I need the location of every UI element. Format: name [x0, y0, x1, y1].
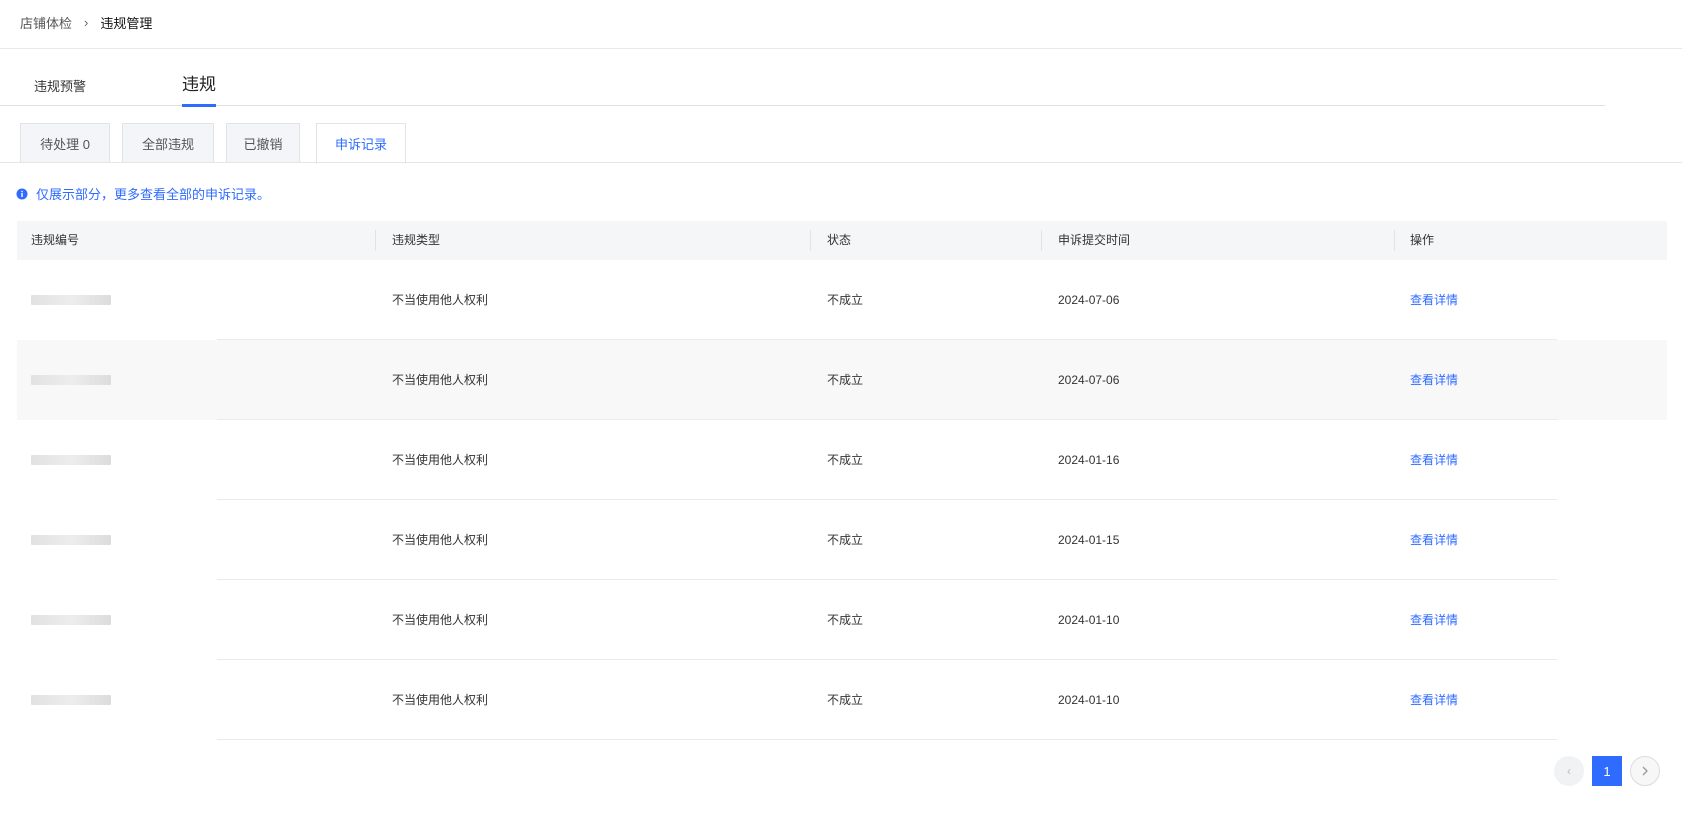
status: 不成立: [827, 293, 864, 307]
table-header: 违规编号 违规类型 状态 申诉提交时间 操作: [17, 221, 1667, 260]
subtab-appeal-records[interactable]: 申诉记录: [316, 123, 406, 164]
appeal-date: 2024-07-06: [1058, 293, 1120, 307]
chevron-right-icon: ›: [84, 14, 89, 30]
column-divider: [375, 230, 376, 251]
breadcrumb-violation-management: 违规管理: [100, 15, 153, 31]
violation-id-redacted: [31, 375, 111, 385]
table-row: 不当使用他人权利 不成立 2024-01-15 查看详情: [17, 500, 1667, 580]
table-row: 不当使用他人权利 不成立 2024-01-10 查看详情: [17, 660, 1667, 740]
appeal-date: 2024-01-15: [1058, 533, 1120, 547]
view-details-link[interactable]: 查看详情: [1410, 451, 1458, 469]
table-row: 不当使用他人权利 不成立 2024-07-06 查看详情: [17, 260, 1667, 340]
subtab-pending[interactable]: 待处理 0: [20, 123, 110, 163]
notice-text[interactable]: 仅展示部分，更多查看全部的申诉记录。: [36, 184, 270, 203]
header-violation-type: 违规类型: [392, 233, 441, 247]
appeal-date: 2024-01-10: [1058, 693, 1120, 707]
notice-bar: 仅展示部分，更多查看全部的申诉记录。: [16, 184, 270, 203]
violation-id-redacted: [31, 535, 111, 545]
table-row: 不当使用他人权利 不成立 2024-07-06 查看详情: [17, 340, 1667, 420]
main-tabs: 违规预警 违规: [0, 70, 1605, 107]
status: 不成立: [827, 373, 864, 387]
violation-id-redacted: [31, 615, 111, 625]
subtab-revoked[interactable]: 已撤销: [226, 123, 300, 163]
status: 不成立: [827, 453, 864, 467]
view-details-link[interactable]: 查看详情: [1410, 691, 1458, 709]
view-details-link[interactable]: 查看详情: [1410, 291, 1458, 309]
header-status: 状态: [827, 233, 852, 247]
tab-violation-warning[interactable]: 违规预警: [34, 76, 86, 112]
header-action: 操作: [1410, 233, 1435, 247]
violation-type: 不当使用他人权利: [392, 533, 489, 547]
violation-id-redacted: [31, 695, 111, 705]
header-violation-id: 违规编号: [31, 233, 80, 247]
appeal-records-table: 违规编号 违规类型 状态 申诉提交时间 操作 不当使用他人权利 不成立 2024…: [17, 221, 1667, 740]
column-divider: [1041, 230, 1042, 251]
chevron-left-icon[interactable]: ‹: [1554, 756, 1584, 786]
pagination: ‹ 1: [1554, 756, 1660, 786]
subtab-all-violations[interactable]: 全部违规: [122, 123, 214, 163]
violation-type: 不当使用他人权利: [392, 453, 489, 467]
view-details-link[interactable]: 查看详情: [1410, 531, 1458, 549]
status: 不成立: [827, 533, 864, 547]
breadcrumb: 店铺体检 › 违规管理: [20, 12, 152, 32]
appeal-date: 2024-01-16: [1058, 453, 1120, 467]
header-appeal-time: 申诉提交时间: [1058, 233, 1131, 247]
tab-violation[interactable]: 违规: [182, 70, 216, 107]
breadcrumb-store-checkup[interactable]: 店铺体检: [20, 13, 72, 32]
status: 不成立: [827, 693, 864, 707]
violation-type: 不当使用他人权利: [392, 613, 489, 627]
status: 不成立: [827, 613, 864, 627]
column-divider: [1394, 230, 1395, 251]
header-divider: [0, 48, 1682, 49]
chevron-right-icon[interactable]: [1630, 756, 1660, 786]
appeal-date: 2024-01-10: [1058, 613, 1120, 627]
table-row: 不当使用他人权利 不成立 2024-01-10 查看详情: [17, 580, 1667, 660]
violation-id-redacted: [31, 455, 111, 465]
page-1-button[interactable]: 1: [1592, 756, 1622, 786]
column-divider: [810, 230, 811, 251]
subtab-divider: [0, 162, 1682, 163]
appeal-date: 2024-07-06: [1058, 373, 1120, 387]
info-icon: [16, 188, 28, 200]
violation-id-redacted: [31, 295, 111, 305]
violation-type: 不当使用他人权利: [392, 373, 489, 387]
table-row: 不当使用他人权利 不成立 2024-01-16 查看详情: [17, 420, 1667, 500]
violation-type: 不当使用他人权利: [392, 693, 489, 707]
view-details-link[interactable]: 查看详情: [1410, 611, 1458, 629]
view-details-link[interactable]: 查看详情: [1410, 371, 1458, 389]
violation-type: 不当使用他人权利: [392, 293, 489, 307]
